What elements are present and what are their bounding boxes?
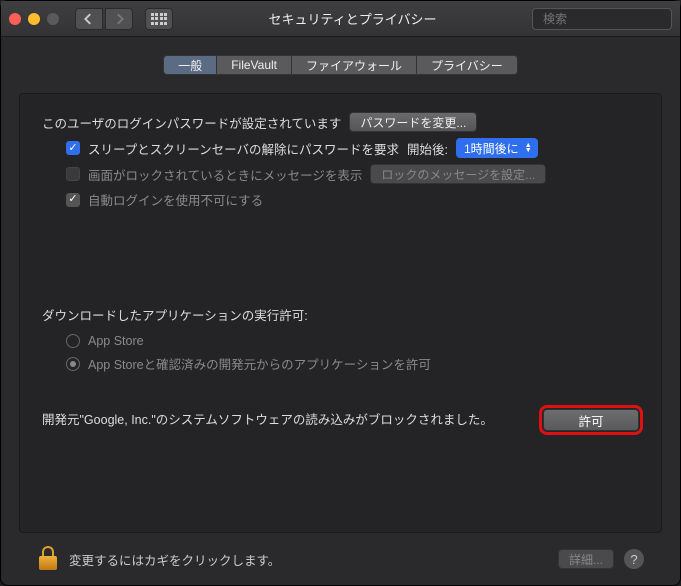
disable-autologin-label: 自動ログインを使用不可にする — [88, 190, 263, 209]
require-password-checkbox[interactable] — [66, 141, 80, 155]
window-title: セキュリティとプライバシー — [181, 9, 524, 28]
set-lock-message-button: ロックのメッセージを設定... — [370, 164, 546, 184]
login-pw-status: このユーザのログインパスワードが設定されています — [42, 113, 341, 132]
maximize-icon — [47, 13, 59, 25]
close-icon[interactable] — [9, 13, 21, 25]
blocked-software-text: 開発元"Google, Inc."のシステムソフトウェアの読み込みがブロックされ… — [42, 411, 529, 430]
lock-hint-text: 変更するにはカギをクリックします。 — [69, 550, 548, 569]
lock-icon[interactable] — [37, 546, 59, 572]
minimize-icon[interactable] — [28, 13, 40, 25]
tab-general[interactable]: 一般 — [163, 55, 217, 75]
tab-bar: 一般 FileVault ファイアウォール プライバシー — [19, 55, 662, 75]
show-all-button[interactable] — [145, 8, 173, 30]
grid-icon — [151, 13, 168, 25]
search-field[interactable] — [532, 8, 672, 30]
content-area: 一般 FileVault ファイアウォール プライバシー このユーザのログインパ… — [1, 37, 680, 585]
disable-autologin-checkbox — [66, 193, 80, 207]
advanced-button: 詳細... — [558, 549, 614, 569]
nav-buttons — [75, 8, 133, 30]
search-input[interactable] — [543, 12, 681, 26]
allow-button[interactable]: 許可 — [543, 409, 639, 431]
show-lock-message-label: 画面がロックされているときにメッセージを表示 — [88, 165, 362, 184]
help-button[interactable]: ? — [624, 549, 644, 569]
titlebar: セキュリティとプライバシー — [1, 1, 680, 37]
delay-value: 1時間後に — [464, 140, 519, 157]
show-lock-message-checkbox — [66, 167, 80, 181]
back-button[interactable] — [75, 8, 103, 30]
tab-firewall[interactable]: ファイアウォール — [292, 55, 417, 75]
allow-identified-label: App Storeと確認済みの開発元からのアプリケーションを許可 — [88, 354, 431, 373]
allow-appstore-radio — [66, 334, 80, 348]
require-password-label: スリープとスクリーンセーバの解除にパスワードを要求 — [88, 139, 399, 158]
stepper-icon: ▲▼ — [525, 143, 532, 153]
downloads-section-title: ダウンロードしたアプリケーションの実行許可: — [42, 305, 639, 324]
footer: 変更するにはカギをクリックします。 詳細... ? — [19, 533, 662, 585]
allow-appstore-label: App Store — [88, 334, 144, 348]
blocked-software-row: 開発元"Google, Inc."のシステムソフトウェアの読み込みがブロックされ… — [42, 409, 639, 431]
traffic-lights — [9, 13, 59, 25]
allow-identified-radio — [66, 357, 80, 371]
change-password-button[interactable]: パスワードを変更... — [349, 112, 477, 132]
general-panel: このユーザのログインパスワードが設定されています パスワードを変更... スリー… — [19, 93, 662, 533]
tab-filevault[interactable]: FileVault — [217, 55, 292, 75]
prefs-window: セキュリティとプライバシー 一般 FileVault ファイアウォール プライバ… — [0, 0, 681, 586]
tab-privacy[interactable]: プライバシー — [417, 55, 518, 75]
begins-label: 開始後: — [407, 139, 448, 158]
forward-button — [105, 8, 133, 30]
require-password-delay-select[interactable]: 1時間後に ▲▼ — [456, 138, 538, 158]
